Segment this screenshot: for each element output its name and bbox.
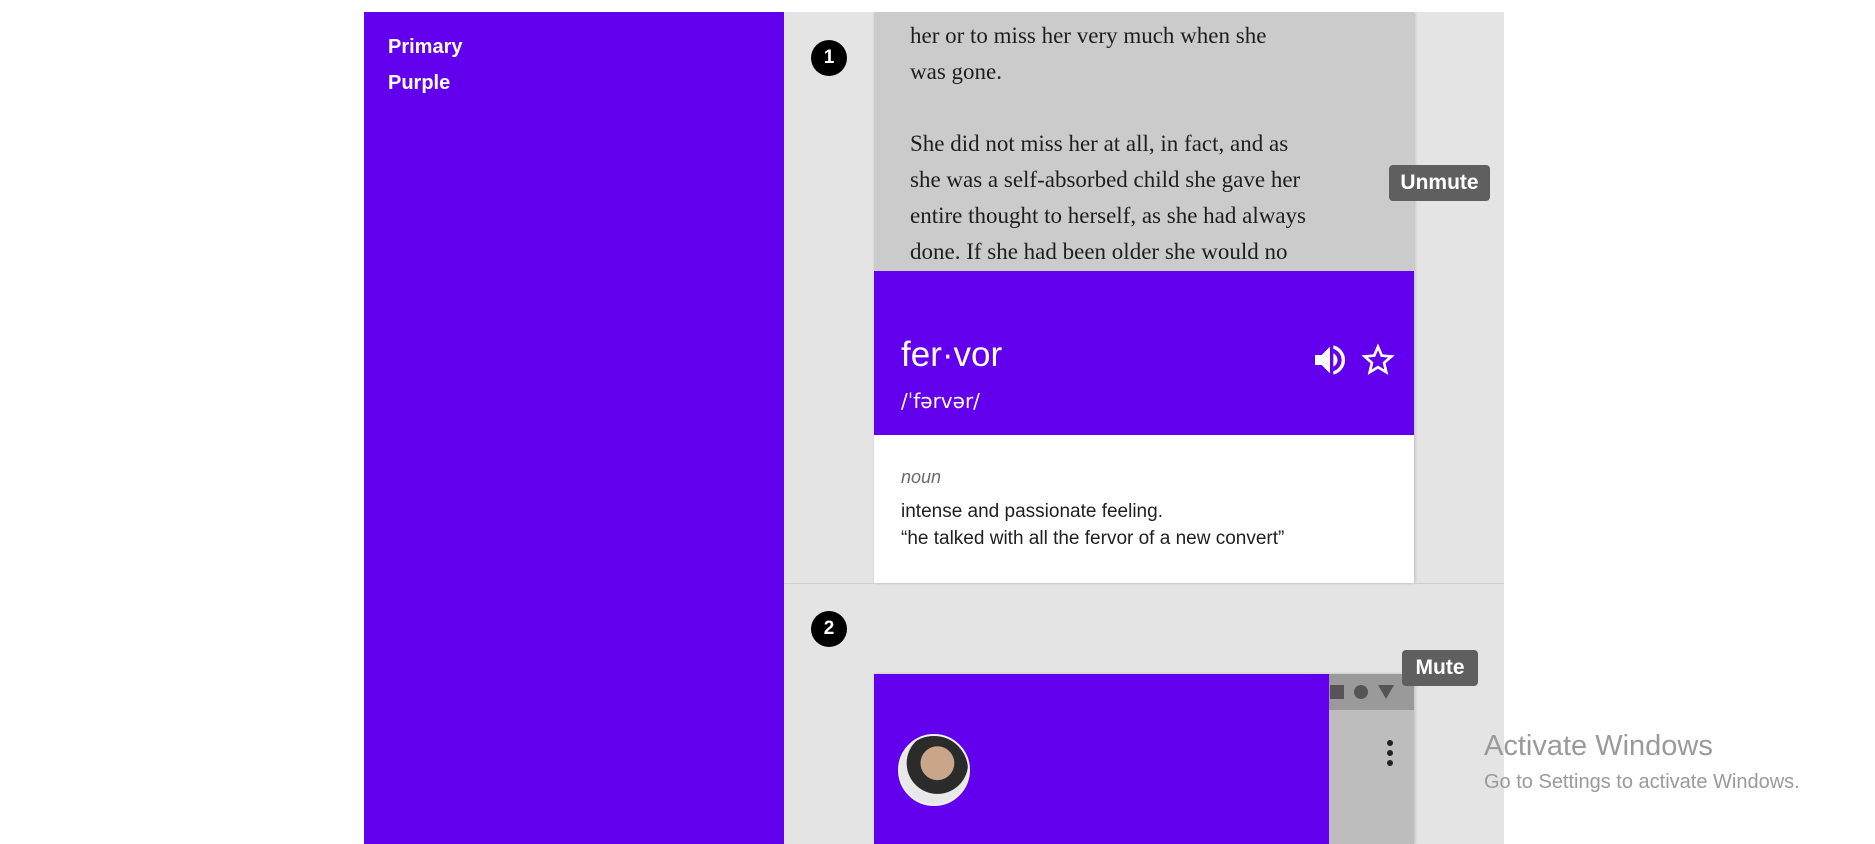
- book-line: done. If she had been older she would no: [910, 239, 1288, 264]
- book-line: entire thought to herself, as she had al…: [910, 203, 1306, 228]
- activate-windows-subtitle: Go to Settings to activate Windows.: [1484, 771, 1800, 793]
- more-vert-icon[interactable]: [1380, 738, 1400, 768]
- book-line: she was a self-absorbed child she gave h…: [910, 167, 1301, 192]
- mute-tooltip[interactable]: Mute: [1402, 650, 1478, 686]
- definition-pronunciation: /ˈfərvər/: [901, 389, 980, 413]
- book-line: was gone.: [910, 59, 1002, 84]
- book-text: her or to miss her very much when she wa…: [910, 18, 1360, 270]
- square-icon: [1330, 685, 1344, 699]
- color-swatch-panel: Primary Purple: [364, 12, 784, 844]
- section-divider: [784, 583, 1504, 584]
- definition-word: fer·vor: [901, 335, 1003, 374]
- book-line: [910, 90, 1360, 126]
- definition-card: fer·vor /ˈfərvər/ noun intense and passi…: [874, 271, 1414, 583]
- definition-meaning: intense and passionate feeling.: [901, 501, 1163, 522]
- star-icon[interactable]: [1358, 340, 1398, 380]
- profile-card: [874, 674, 1329, 844]
- definition-header: fer·vor /ˈfərvər/: [874, 271, 1414, 435]
- step-badge-1: 1: [811, 40, 847, 76]
- avatar: [898, 734, 970, 806]
- volume-icon[interactable]: [1310, 340, 1350, 380]
- preview-panel: 1 her or to miss her very much when she …: [784, 12, 1504, 844]
- book-line: her or to miss her very much when she: [910, 23, 1267, 48]
- unmute-tooltip[interactable]: Unmute: [1389, 165, 1490, 201]
- part-of-speech: noun: [901, 467, 942, 487]
- circle-icon: [1354, 685, 1368, 699]
- book-line: She did not miss her at all, in fact, an…: [910, 131, 1289, 156]
- definition-body: noun intense and passionate feeling. “he…: [874, 435, 1414, 583]
- swatch-label-purple: Purple: [388, 72, 451, 94]
- swatch-label-primary: Primary: [388, 36, 463, 58]
- step-badge-2: 2: [811, 611, 847, 647]
- definition-example: “he talked with all the fervor of a new …: [901, 528, 1285, 549]
- activate-windows-title: Activate Windows: [1484, 730, 1713, 762]
- triangle-icon: [1378, 685, 1394, 699]
